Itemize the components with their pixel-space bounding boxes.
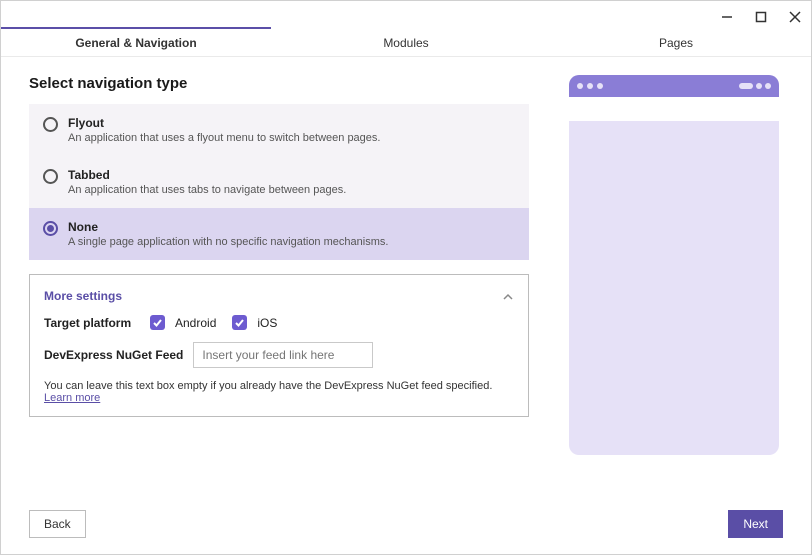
checkbox-ios-label: iOS — [257, 316, 277, 330]
radio-icon — [43, 117, 58, 132]
option-flyout[interactable]: Flyout An application that uses a flyout… — [29, 104, 529, 156]
page-title: Select navigation type — [29, 75, 529, 92]
more-settings-panel: More settings Target platform Android iO… — [29, 274, 529, 417]
option-tabbed[interactable]: Tabbed An application that uses tabs to … — [29, 156, 529, 208]
more-settings-header[interactable]: More settings — [44, 289, 122, 303]
nuget-feed-label: DevExpress NuGet Feed — [44, 348, 183, 362]
radio-icon — [43, 221, 58, 236]
chevron-up-icon[interactable] — [502, 290, 514, 302]
tab-pages[interactable]: Pages — [541, 29, 811, 56]
checkbox-android[interactable] — [150, 315, 165, 330]
nuget-feed-row: DevExpress NuGet Feed — [44, 342, 514, 368]
preview-nav-bar — [569, 97, 779, 121]
window-controls — [719, 9, 803, 25]
target-platform-label: Target platform — [44, 316, 140, 330]
option-none[interactable]: None A single page application with no s… — [29, 208, 529, 260]
preview-dots-left-icon — [577, 83, 603, 89]
preview-status-bar — [569, 75, 779, 97]
option-desc: An application that uses tabs to navigat… — [68, 184, 346, 196]
learn-more-link[interactable]: Learn more — [44, 392, 100, 404]
radio-icon — [43, 169, 58, 184]
hint-text: You can leave this text box empty if you… — [44, 380, 492, 392]
checkbox-android-label: Android — [175, 316, 216, 330]
preview-dots-right-icon — [739, 83, 771, 89]
next-button[interactable]: Next — [728, 510, 783, 538]
maximize-button[interactable] — [753, 9, 769, 25]
tab-general-navigation[interactable]: General & Navigation — [1, 27, 271, 56]
back-button[interactable]: Back — [29, 510, 86, 538]
nuget-feed-hint: You can leave this text box empty if you… — [44, 380, 514, 404]
checkbox-ios[interactable] — [232, 315, 247, 330]
close-button[interactable] — [787, 9, 803, 25]
option-title: None — [68, 220, 388, 234]
tab-modules[interactable]: Modules — [271, 29, 541, 56]
preview-device — [569, 75, 779, 455]
target-platform-row: Target platform Android iOS — [44, 315, 514, 330]
option-desc: A single page application with no specif… — [68, 236, 388, 248]
option-desc: An application that uses a flyout menu t… — [68, 132, 380, 144]
option-title: Tabbed — [68, 168, 346, 182]
nuget-feed-input[interactable] — [193, 342, 373, 368]
wizard-tabs: General & Navigation Modules Pages — [1, 29, 811, 57]
minimize-button[interactable] — [719, 9, 735, 25]
option-title: Flyout — [68, 116, 380, 130]
navigation-options: Flyout An application that uses a flyout… — [29, 104, 529, 260]
